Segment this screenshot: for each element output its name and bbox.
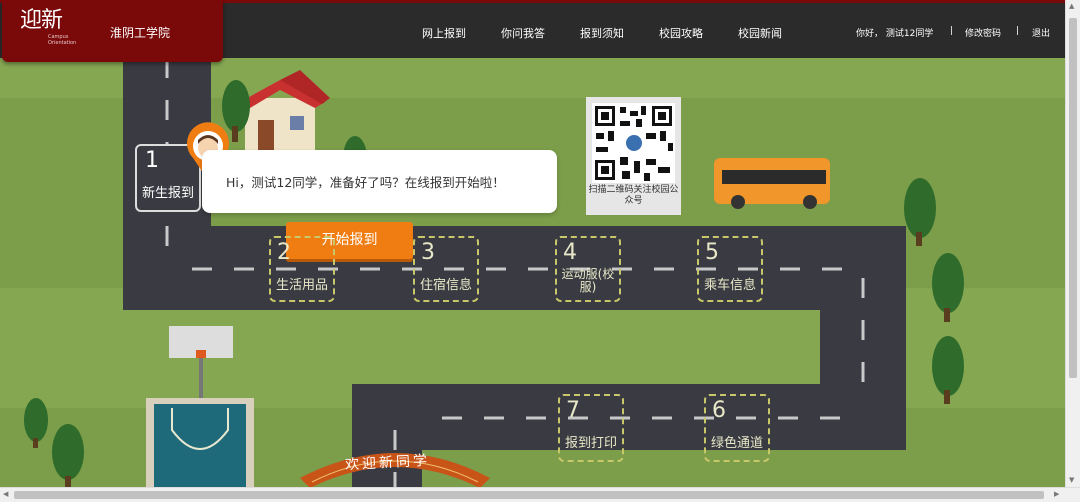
- step-number: 2: [277, 240, 291, 265]
- scroll-left-icon[interactable]: ◀: [3, 490, 8, 498]
- step-number: 4: [563, 240, 577, 265]
- step-number: 7: [566, 398, 580, 423]
- horizontal-scrollbar[interactable]: ◀ ▶: [0, 487, 1080, 502]
- step-number: 3: [421, 240, 435, 265]
- bubble-text: Hi，测试12同学，准备好了吗？在线报到开始啦！: [226, 175, 505, 190]
- nav-campus-guide[interactable]: 校园攻略: [659, 25, 703, 41]
- step-4-uniform[interactable]: 4 运动服(校服): [555, 236, 621, 302]
- step-label: 绿色通道: [710, 436, 763, 451]
- bus-icon: [714, 158, 830, 209]
- nav-campus-news[interactable]: 校园新闻: [738, 25, 782, 41]
- logo-subtitle: Campus Orientation: [48, 34, 77, 46]
- separator: |: [950, 26, 954, 36]
- step-3-dorm-info[interactable]: 3 住宿信息: [413, 236, 479, 302]
- nav-notice[interactable]: 报到须知: [580, 25, 624, 41]
- change-password-link[interactable]: 修改密码: [965, 26, 1001, 39]
- step-7-print-register[interactable]: 7 报到打印: [558, 394, 624, 462]
- step-label: 运动服(校服): [561, 267, 615, 294]
- step-label: 报到打印: [564, 436, 617, 451]
- scroll-up-icon[interactable]: ▲: [1069, 2, 1074, 10]
- qr-code-icon: [592, 103, 675, 183]
- campus-map: [0, 58, 1066, 488]
- step-label: 生活用品: [275, 278, 328, 293]
- logo-block[interactable]: 迎新 Campus Orientation 淮阴工学院: [2, 0, 223, 62]
- step-label: 新生报到: [141, 186, 194, 201]
- vertical-scrollbar[interactable]: ▲ ▼: [1065, 0, 1080, 488]
- horizontal-scroll-thumb[interactable]: [14, 491, 1044, 499]
- scroll-down-icon[interactable]: ▼: [1069, 476, 1074, 484]
- step-label: 乘车信息: [703, 278, 756, 293]
- vertical-scroll-thumb[interactable]: [1069, 18, 1077, 378]
- step-number: 6: [712, 398, 726, 423]
- nav-faq[interactable]: 你问我答: [501, 25, 545, 41]
- nav-online-register[interactable]: 网上报到: [422, 25, 466, 41]
- qr-caption: 扫描二维码关注校园公众号: [588, 185, 679, 206]
- step-6-green-channel[interactable]: 6 绿色通道: [704, 394, 770, 462]
- step-number: 1: [145, 148, 159, 173]
- school-name: 淮阴工学院: [110, 26, 171, 40]
- step-5-transport-info[interactable]: 5 乘车信息: [697, 236, 763, 302]
- welcome-speech-bubble: Hi，测试12同学，准备好了吗？在线报到开始啦！: [202, 150, 557, 213]
- step-2-daily-supplies[interactable]: 2 生活用品: [269, 236, 335, 302]
- logout-link[interactable]: 退出: [1032, 26, 1050, 39]
- scroll-right-icon[interactable]: ▶: [1054, 490, 1059, 498]
- step-number: 5: [705, 240, 719, 265]
- step-label: 住宿信息: [419, 278, 472, 293]
- separator: |: [1016, 26, 1020, 36]
- user-greeting: 你好， 测试12同学: [856, 29, 934, 39]
- qr-code-card: 扫描二维码关注校园公众号: [586, 97, 681, 215]
- logo: 迎新: [20, 8, 63, 33]
